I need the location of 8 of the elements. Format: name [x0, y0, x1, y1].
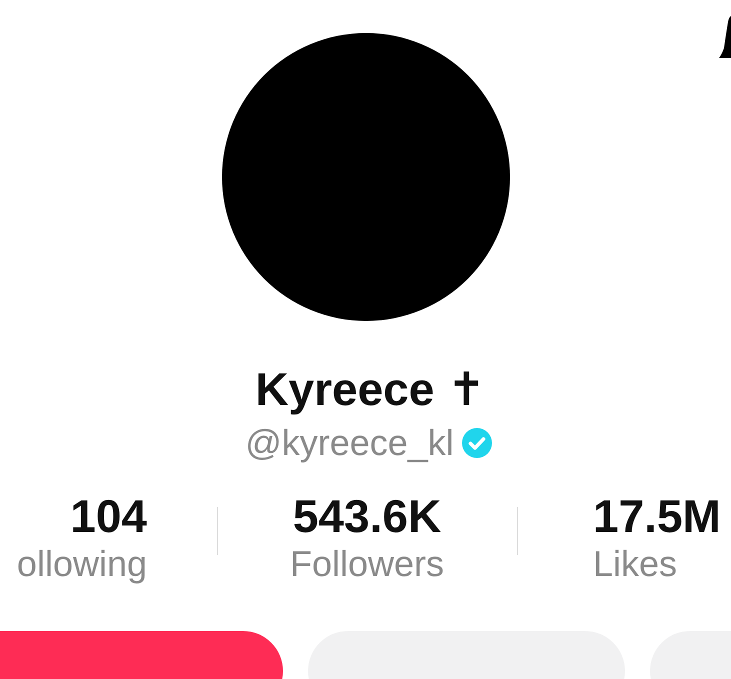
- stat-label: ollowing: [16, 542, 147, 586]
- stat-label: Likes: [593, 542, 678, 586]
- stat-label: Followers: [290, 542, 444, 586]
- stat-value: 17.5M: [593, 491, 721, 541]
- stat-value: 104: [70, 491, 147, 541]
- profile-handle: @kyreece_kl: [245, 421, 454, 465]
- profile-name: Kyreece ✝: [255, 363, 486, 415]
- stat-value: 543.6K: [292, 491, 442, 541]
